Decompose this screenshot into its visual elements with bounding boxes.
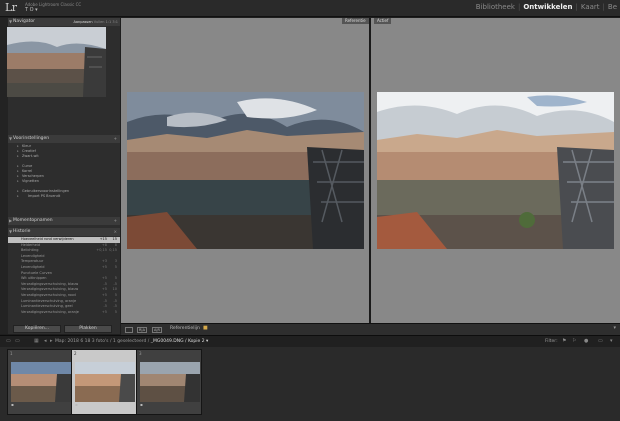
thumbnail-image: [140, 362, 200, 402]
snapshots-title: Momentopnamen: [13, 218, 53, 223]
zoom-3-1[interactable]: 3:1: [112, 20, 118, 24]
collapse-triangle-icon: ▼: [9, 229, 13, 234]
filmstrip-thumbnail[interactable]: 2 ▪: [71, 349, 137, 415]
add-preset-icon[interactable]: +: [114, 135, 117, 143]
lightroom-logo: Lr: [5, 1, 17, 14]
filmstrip-info: Map: 2018 6 18 3 foto's / 1 geselecteerd…: [55, 339, 208, 344]
zoom-fill[interactable]: Vullen: [94, 20, 105, 24]
preset-group-vignette[interactable]: Vignetten: [8, 179, 120, 184]
source-folder[interactable]: Map: 2018 6 18: [55, 339, 90, 344]
edit-badge-icon: ▪: [11, 402, 14, 407]
filmstrip-thumbnail[interactable]: 3 ▪: [136, 349, 202, 415]
presets-title: Voorinstellingen: [13, 136, 50, 141]
presets-list: Kleur Creatief Zwart-wit Curve Korrel Ve…: [8, 144, 120, 199]
filter-color-icon[interactable]: ●: [584, 338, 588, 344]
active-ref-button[interactable]: A|R: [152, 327, 162, 333]
toolbar-menu-chevron-icon[interactable]: ▾: [613, 325, 616, 331]
current-filename[interactable]: _MG0049.DNG / Kopie 2 ▾: [151, 339, 209, 344]
navigator-preview-image: [7, 27, 106, 97]
navigator-title: Navigator: [13, 19, 36, 24]
ref-active-button[interactable]: R|A: [137, 327, 147, 333]
reference-label: Referentie: [342, 18, 369, 24]
module-develop[interactable]: Ontwikkelen: [520, 3, 575, 11]
module-map[interactable]: Kaart: [578, 3, 603, 11]
thumbnail-number: 3: [139, 351, 142, 356]
active-photo-image: [377, 92, 614, 249]
window-1-icon[interactable]: ▭: [6, 338, 11, 344]
paste-settings-button[interactable]: Plakken: [64, 325, 112, 333]
edit-badge-icon: ▪: [140, 402, 143, 407]
view-mode-icon[interactable]: [125, 327, 133, 333]
module-picker: Bibliotheek | Ontwikkelen | Kaart | Be: [473, 3, 620, 11]
copy-settings-button[interactable]: Kopiëren...: [13, 325, 61, 333]
filmstrip-thumbnail[interactable]: 1 ▪: [7, 349, 73, 415]
filter-flag-icon[interactable]: ⚑: [562, 338, 566, 344]
reference-line-label: Referentielijn: [170, 326, 200, 331]
module-library[interactable]: Bibliotheek: [473, 3, 518, 11]
expand-triangle-icon: ▶: [9, 218, 13, 223]
collapse-triangle-icon: ▼: [9, 136, 13, 141]
history-header[interactable]: ▼ Historie ×: [8, 228, 120, 236]
add-snapshot-icon[interactable]: +: [114, 217, 117, 225]
thumbnail-image: [75, 362, 135, 402]
forward-arrow-icon[interactable]: ▸: [50, 338, 53, 344]
preset-group-bw[interactable]: Zwart-wit: [8, 154, 120, 159]
module-book[interactable]: Be: [605, 3, 620, 11]
edit-badge-icon: ▪: [75, 402, 78, 407]
grid-view-icon[interactable]: ▦: [34, 338, 39, 344]
filter-switch-icon[interactable]: ▭: [598, 338, 603, 344]
history-row[interactable]: Verzadigingsverschuiving, oranje +5 5: [8, 310, 120, 316]
filter-menu-icon[interactable]: ▾: [610, 338, 613, 344]
back-arrow-icon[interactable]: ◂: [44, 338, 47, 344]
collapse-triangle-icon: ▼: [9, 19, 13, 24]
zoom-fit[interactable]: Aanpassen: [73, 20, 92, 24]
presets-header[interactable]: ▼ Voorinstellingen +: [8, 135, 120, 143]
clear-history-icon[interactable]: ×: [114, 228, 117, 236]
zoom-1-1[interactable]: 1:1: [106, 20, 112, 24]
active-label: Actief: [374, 18, 392, 24]
thumbnail-number: 1: [10, 351, 13, 356]
navigator-header[interactable]: ▼ Navigator Aanpassen Vullen 1:1 3:1: [8, 18, 120, 26]
reference-photo-image: [127, 92, 364, 249]
navigator-preview[interactable]: [7, 27, 106, 97]
user-identity-plate[interactable]: T O ▾: [25, 7, 38, 13]
compare-divider: [369, 18, 371, 323]
navigator-zoom-options: Aanpassen Vullen 1:1 3:1: [73, 18, 118, 26]
reference-photo[interactable]: [127, 92, 364, 249]
filter-label: Filter:: [545, 339, 558, 344]
photo-count: 3 foto's / 1 geselecteerd /: [91, 339, 150, 344]
window-2-icon[interactable]: ▭: [15, 338, 20, 344]
thumbnail-image: [11, 362, 71, 402]
history-list: Hoeveelheid rond verwijderen +15 15 Helder…: [8, 237, 120, 315]
lock-icon[interactable]: ■: [203, 325, 208, 331]
thumbnail-number: 2: [74, 351, 77, 356]
filter-flag-icon[interactable]: ⚐: [572, 338, 576, 344]
active-photo[interactable]: [377, 92, 614, 249]
preset-user-item[interactable]: Import PS Bruendt: [8, 194, 120, 199]
snapshots-header[interactable]: ▶ Momentopnamen +: [8, 217, 120, 225]
history-title: Historie: [13, 229, 31, 234]
